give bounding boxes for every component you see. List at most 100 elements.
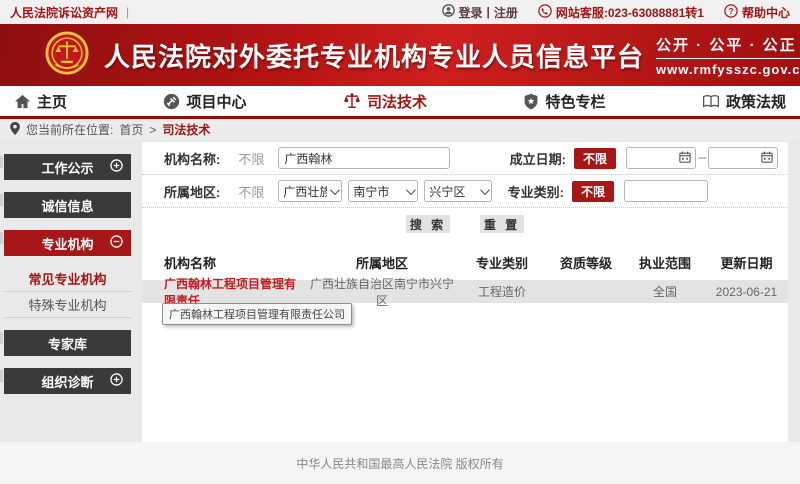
banner-slogan: 公开 · 公平 · 公正 (656, 34, 800, 59)
city-select[interactable]: 南宁市 (348, 180, 418, 202)
shield-star-icon (523, 93, 539, 110)
svg-text:?: ? (729, 7, 734, 16)
nav-item-judicial-tech[interactable]: 司法技术 (343, 91, 427, 112)
col-header-region: 所属地区 (307, 253, 457, 272)
edge-notch (0, 232, 3, 244)
copyright-text: 中华人民共和国最高人民法院 版权所有 (296, 455, 503, 472)
sidebar-item-org-diagnosis[interactable]: 组织诊断 (4, 368, 131, 394)
collapse-minus-icon[interactable] (110, 235, 123, 251)
breadcrumb-home-link[interactable]: 首页 (119, 121, 143, 138)
reset-button[interactable]: 重 置 (480, 215, 524, 233)
sidebar-item-label: 工作公示 (41, 158, 93, 177)
sidebar-item-work-publicity[interactable]: 工作公示 (4, 154, 131, 180)
topbar-separator: | (126, 5, 129, 19)
col-header-category: 专业类别 (457, 253, 547, 272)
edge-notch (0, 332, 3, 344)
nav-item-policies[interactable]: 政策法规 (702, 91, 786, 112)
city-selected-value: 南宁市 (353, 183, 403, 200)
sidebar-item-label: 专业机构 (41, 234, 93, 253)
category-unlimited-button[interactable]: 不限 (572, 181, 614, 202)
nav-label: 司法技术 (367, 91, 427, 112)
breadcrumb-prefix: 您当前所在位置: (26, 121, 113, 138)
sidebar-submenu: 常见专业机构 特殊专业机构 (4, 266, 131, 318)
nav-item-featured-column[interactable]: 特色专栏 (523, 91, 605, 112)
scales-icon (343, 92, 361, 110)
cell-scope: 全国 (625, 283, 705, 300)
help-center-link[interactable]: 帮助中心 (742, 4, 790, 21)
breadcrumb-current: 司法技术 (162, 121, 210, 138)
sidebar: 工作公示 诚信信息 专业机构 常见专业机构 特殊专业机构 专家 (4, 154, 131, 406)
breadcrumb: 您当前所在位置: 首页 > 司法技术 (0, 119, 800, 140)
col-header-updated: 更新日期 (705, 253, 788, 272)
register-link[interactable]: 注册 (494, 4, 518, 21)
submenu-item-common-orgs[interactable]: 常见专业机构 (4, 266, 131, 292)
province-selected-value: 广西壮族自治 (283, 183, 327, 200)
sidebar-item-integrity-info[interactable]: 诚信信息 (4, 192, 131, 218)
district-selected-value: 兴宁区 (429, 183, 477, 200)
service-phone: 网站客服:023-63088881转1 (556, 4, 704, 21)
expand-plus-icon[interactable] (110, 159, 123, 175)
search-button[interactable]: 搜 索 (406, 215, 450, 233)
nav-item-home[interactable]: 主页 (14, 91, 67, 112)
table-row: 广西翰林工程项目管理有限责任... 广西壮族自治区南宁市兴宁区 工程造价 全国 … (142, 280, 788, 303)
sidebar-item-label: 诚信信息 (41, 196, 93, 215)
expand-plus-icon[interactable] (110, 373, 123, 389)
province-select[interactable]: 广西壮族自治 (278, 180, 342, 202)
results-table: 机构名称 所属地区 专业类别 资质等级 执业范围 更新日期 广西翰林工程项目管理… (142, 247, 788, 303)
nav-item-project-center[interactable]: 项目中心 (163, 91, 246, 112)
region-label: 所属地区: (164, 182, 220, 201)
category-input[interactable] (624, 180, 708, 202)
login-register-separator: | (487, 5, 490, 19)
cell-updated: 2023-06-21 (705, 285, 788, 299)
org-name-input[interactable] (278, 147, 450, 169)
district-select[interactable]: 兴宁区 (424, 180, 492, 202)
chevron-down-icon (330, 185, 340, 195)
cell-category: 工程造价 (457, 283, 547, 300)
founded-date-label: 成立日期: (510, 149, 566, 168)
calendar-icon[interactable] (679, 151, 691, 166)
nav-label: 项目中心 (186, 91, 246, 112)
sidebar-item-expert-pool[interactable]: 专家库 (4, 330, 131, 356)
submenu-item-label: 常见专业机构 (28, 269, 106, 288)
site-name-link[interactable]: 人民法院诉讼资产网 (10, 4, 118, 21)
org-name-unlimited-option[interactable]: 不限 (238, 149, 264, 168)
nav-label: 政策法规 (726, 91, 786, 112)
col-header-scope: 执业范围 (625, 253, 705, 272)
founded-end-date-input[interactable] (708, 147, 778, 169)
location-pin-icon (10, 122, 20, 138)
edge-notch (0, 370, 3, 382)
founded-unlimited-button[interactable]: 不限 (574, 148, 616, 169)
form-actions: 搜 索 重 置 (142, 208, 788, 241)
banner-url: www.rmfysszc.gov.cn (656, 62, 800, 77)
org-name-tooltip: 广西翰林工程项目管理有限责任公司 (162, 303, 352, 325)
chevron-down-icon (480, 185, 490, 195)
main-nav: 主页 项目中心 司法技术 特色专栏 政策法规 (0, 86, 800, 119)
edge-notch (0, 194, 3, 206)
org-name-label: 机构名称: (164, 149, 220, 168)
nav-label: 特色专栏 (545, 91, 605, 112)
project-icon (163, 93, 180, 110)
content-area: 工作公示 诚信信息 专业机构 常见专业机构 特殊专业机构 专家 (0, 140, 800, 484)
top-utility-bar: 人民法院诉讼资产网 | 登录 | 注册 网站客服:023-63088881转1 … (0, 0, 800, 24)
col-header-grade: 资质等级 (547, 253, 625, 272)
category-label: 专业类别: (508, 182, 564, 201)
submenu-item-label: 特殊专业机构 (28, 295, 106, 314)
submenu-item-special-orgs[interactable]: 特殊专业机构 (4, 292, 131, 318)
chevron-down-icon (406, 185, 416, 195)
calendar-icon[interactable] (761, 151, 773, 166)
edge-notch (0, 156, 3, 168)
search-results-panel: 机构名称: 不限 成立日期: 不限 --- (142, 142, 788, 442)
login-link[interactable]: 登录 (459, 4, 483, 21)
phone-icon (538, 4, 552, 21)
region-unlimited-option[interactable]: 不限 (238, 182, 264, 201)
founded-start-date-input[interactable] (626, 147, 696, 169)
site-banner: 人民法院对外委托专业机构专业人员信息平台 公开 · 公平 · 公正 www.rm… (0, 24, 800, 86)
page-footer: 中华人民共和国最高人民法院 版权所有 (0, 442, 800, 484)
breadcrumb-separator: > (149, 123, 156, 137)
home-icon (14, 94, 31, 109)
form-row-name-date: 机构名称: 不限 成立日期: 不限 --- (142, 142, 788, 175)
sidebar-item-label: 组织诊断 (41, 372, 93, 391)
sidebar-item-professional-orgs[interactable]: 专业机构 (4, 230, 131, 256)
book-icon (702, 94, 720, 109)
help-icon: ? (724, 4, 738, 21)
